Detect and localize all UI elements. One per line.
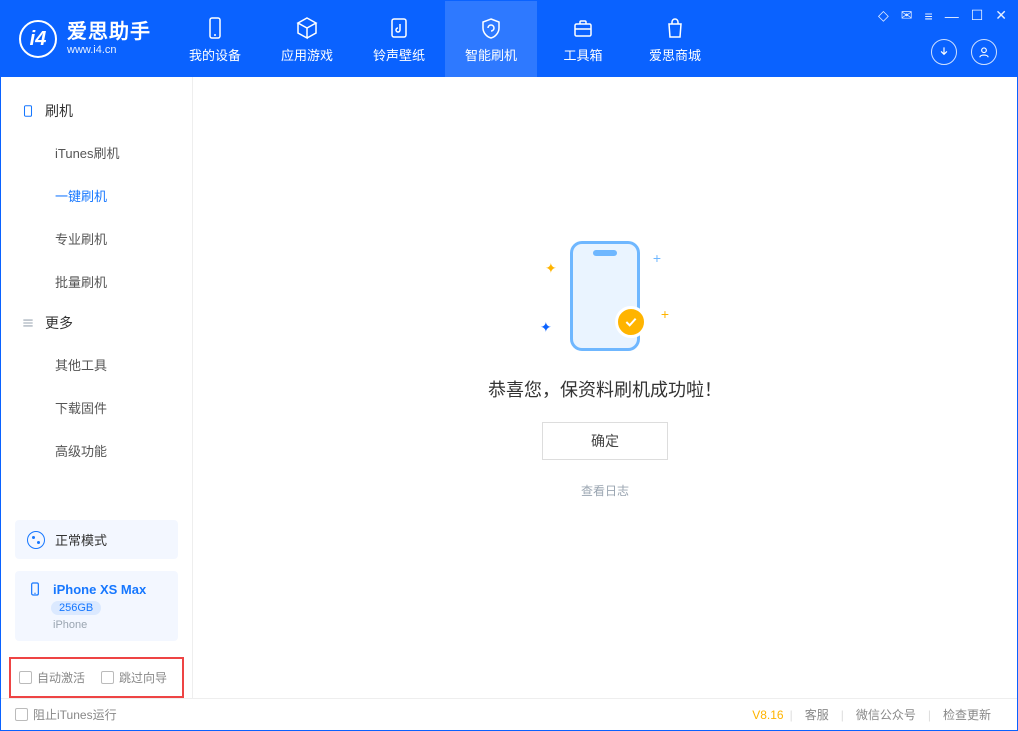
main-nav: 我的设备 应用游戏 铃声壁纸 智能刷机 工具箱 爱思商城: [169, 1, 721, 77]
version-label: V8.16: [752, 708, 789, 722]
support-link[interactable]: 客服: [793, 706, 841, 723]
sidebar-spacer: [1, 472, 192, 514]
app-window: i4 爱思助手 www.i4.cn 我的设备 应用游戏 铃声壁纸 智能刷机: [0, 0, 1018, 731]
nav-label: 铃声壁纸: [373, 45, 425, 64]
logo-text: 爱思助手 www.i4.cn: [67, 20, 151, 57]
download-icon[interactable]: [931, 39, 957, 65]
highlighted-checkbox-row: 自动激活 跳过向导: [9, 657, 184, 698]
music-file-icon: [386, 15, 412, 41]
nav-store[interactable]: 爱思商城: [629, 1, 721, 77]
checkbox-block-itunes[interactable]: 阻止iTunes运行: [15, 706, 117, 723]
sidebar-item-itunes-flash[interactable]: iTunes刷机: [1, 131, 192, 174]
sidebar: 刷机 iTunes刷机 一键刷机 专业刷机 批量刷机 更多 其他工具 下载固件 …: [1, 77, 193, 698]
sidebar-item-oneclick-flash[interactable]: 一键刷机: [1, 174, 192, 217]
nav-label: 我的设备: [189, 45, 241, 64]
titlebar: i4 爱思助手 www.i4.cn 我的设备 应用游戏 铃声壁纸 智能刷机: [1, 1, 1017, 77]
checkbox-skip-guide[interactable]: 跳过向导: [101, 669, 167, 686]
sidebar-item-download-firmware[interactable]: 下载固件: [1, 386, 192, 429]
sidebar-item-advanced[interactable]: 高级功能: [1, 429, 192, 472]
view-log-link[interactable]: 查看日志: [581, 482, 629, 499]
section-title: 更多: [45, 313, 73, 333]
statusbar: 阻止iTunes运行 V8.16 | 客服 | 微信公众号 | 检查更新: [1, 698, 1017, 730]
capacity-badge: 256GB: [51, 601, 101, 615]
nav-smart-flash[interactable]: 智能刷机: [445, 1, 537, 77]
logo-area: i4 爱思助手 www.i4.cn: [1, 1, 169, 77]
device-type: iPhone: [53, 619, 87, 631]
logo-icon: i4: [19, 20, 57, 58]
bag-icon: [662, 15, 688, 41]
refresh-shield-icon: [478, 15, 504, 41]
checkbox-auto-activate[interactable]: 自动激活: [19, 669, 85, 686]
sparkle-icon: ✦: [540, 319, 552, 336]
mode-label: 正常模式: [55, 530, 107, 549]
user-icon[interactable]: [971, 39, 997, 65]
app-name-en: www.i4.cn: [67, 44, 151, 57]
device-name: iPhone XS Max: [53, 582, 146, 597]
checkbox-icon: [15, 708, 28, 721]
check-update-link[interactable]: 检查更新: [931, 706, 1003, 723]
sidebar-item-pro-flash[interactable]: 专业刷机: [1, 217, 192, 260]
device-outline-icon: [21, 104, 35, 118]
checkbox-label: 跳过向导: [119, 669, 167, 686]
mode-card[interactable]: 正常模式: [15, 520, 178, 559]
sparkle-icon: +: [653, 250, 661, 266]
maximize-icon[interactable]: ☐: [971, 7, 984, 24]
main-content: ✦ + ✦ + 恭喜您，保资料刷机成功啦！ 确定 查看日志: [193, 77, 1017, 698]
check-badge-icon: [615, 306, 647, 338]
body: 刷机 iTunes刷机 一键刷机 专业刷机 批量刷机 更多 其他工具 下载固件 …: [1, 77, 1017, 698]
phone-small-icon: [27, 581, 43, 597]
minimize-icon[interactable]: —: [945, 8, 959, 24]
window-controls: ◇ ✉ ≡ — ☐ ✕: [878, 7, 1007, 24]
sidebar-item-other-tools[interactable]: 其他工具: [1, 343, 192, 386]
wechat-link[interactable]: 微信公众号: [844, 706, 928, 723]
nav-label: 智能刷机: [465, 45, 517, 64]
nav-ringtone-wallpaper[interactable]: 铃声壁纸: [353, 1, 445, 77]
sidebar-item-batch-flash[interactable]: 批量刷机: [1, 260, 192, 303]
device-card[interactable]: iPhone XS Max 256GB iPhone: [15, 571, 178, 641]
header-right-icons: [931, 39, 997, 65]
success-illustration: ✦ + ✦ +: [535, 236, 675, 356]
section-title: 刷机: [45, 101, 73, 121]
sidebar-section-flash: 刷机: [1, 91, 192, 131]
sparkle-icon: +: [661, 306, 669, 322]
skin-icon[interactable]: ◇: [878, 7, 889, 24]
toolbox-icon: [570, 15, 596, 41]
nav-label: 爱思商城: [649, 45, 701, 64]
mode-icon: [27, 531, 45, 549]
nav-label: 工具箱: [563, 45, 602, 64]
sidebar-section-more: 更多: [1, 303, 192, 343]
sparkle-icon: ✦: [545, 260, 557, 277]
menu-icon[interactable]: ≡: [925, 8, 933, 24]
cube-icon: [294, 15, 320, 41]
device-top: iPhone XS Max: [27, 581, 146, 597]
checkbox-icon: [101, 671, 114, 684]
nav-label: 应用游戏: [281, 45, 333, 64]
checkbox-label: 自动激活: [37, 669, 85, 686]
success-message: 恭喜您，保资料刷机成功啦！: [488, 376, 722, 402]
ok-button[interactable]: 确定: [542, 422, 668, 460]
list-icon: [21, 316, 35, 330]
nav-my-device[interactable]: 我的设备: [169, 1, 261, 77]
nav-apps-games[interactable]: 应用游戏: [261, 1, 353, 77]
nav-toolbox[interactable]: 工具箱: [537, 1, 629, 77]
checkbox-icon: [19, 671, 32, 684]
checkbox-label: 阻止iTunes运行: [33, 706, 117, 723]
phone-icon: [202, 15, 228, 41]
feedback-icon[interactable]: ✉: [901, 7, 913, 24]
app-name-cn: 爱思助手: [67, 20, 151, 44]
close-icon[interactable]: ✕: [995, 7, 1007, 24]
